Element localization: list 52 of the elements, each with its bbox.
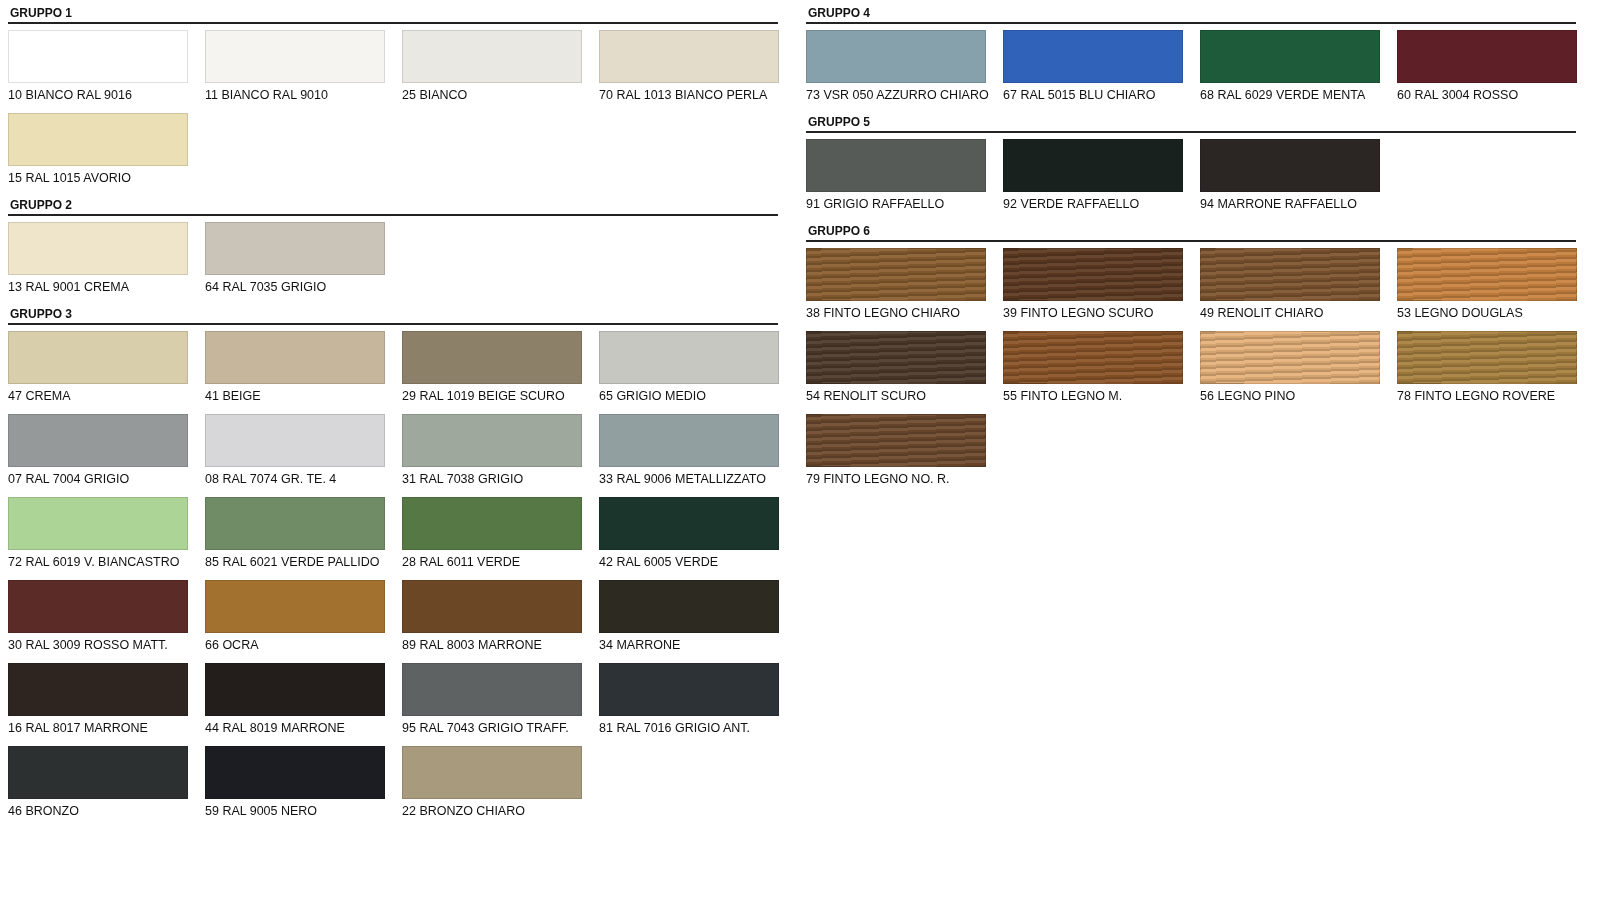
swatch-label: 54 RENOLIT SCURO: [806, 389, 927, 405]
swatch-label: 42 RAL 6005 VERDE: [599, 555, 720, 571]
swatch-label: 15 RAL 1015 AVORIO: [8, 171, 132, 187]
swatch-label: 33 RAL 9006 METALLIZZATO: [599, 472, 767, 488]
swatch-label: 08 RAL 7074 GR. TE. 4: [205, 472, 338, 488]
swatch-label: 85 RAL 6021 VERDE PALLIDO: [205, 555, 381, 571]
group-heading: GRUPPO 2: [8, 196, 778, 216]
swatch-label: 94 MARRONE RAFFAELLO: [1200, 197, 1358, 213]
swatch-label: 92 VERDE RAFFAELLO: [1003, 197, 1141, 213]
swatch-label: 56 LEGNO PINO: [1200, 389, 1297, 405]
swatch-label: 46 BRONZO: [8, 804, 80, 820]
swatch-label: 22 BRONZO CHIARO: [402, 804, 526, 820]
group-heading: GRUPPO 1: [8, 4, 778, 24]
swatch-label: 72 RAL 6019 V. BIANCASTRO: [8, 555, 181, 571]
swatch-label: 78 FINTO LEGNO ROVERE: [1397, 389, 1557, 405]
swatch-label: 30 RAL 3009 ROSSO MATT.: [8, 638, 169, 654]
swatch-label: 44 RAL 8019 MARRONE: [205, 721, 346, 737]
swatch-label: 60 RAL 3004 ROSSO: [1397, 88, 1520, 104]
swatch-label: 81 RAL 7016 GRIGIO ANT.: [599, 721, 751, 737]
swatch-label: 67 RAL 5015 BLU CHIARO: [1003, 88, 1157, 104]
swatch-label: 89 RAL 8003 MARRONE: [402, 638, 543, 654]
group-heading: GRUPPO 4: [806, 4, 1576, 24]
swatch-label: 25 BIANCO: [402, 88, 469, 104]
swatch-label: 38 FINTO LEGNO CHIARO: [806, 306, 961, 322]
swatch-label: 64 RAL 7035 GRIGIO: [205, 280, 328, 296]
swatch-label: 07 RAL 7004 GRIGIO: [8, 472, 131, 488]
swatch-label: 91 GRIGIO RAFFAELLO: [806, 197, 946, 213]
swatch-label: 16 RAL 8017 MARRONE: [8, 721, 149, 737]
swatch-label: 95 RAL 7043 GRIGIO TRAFF.: [402, 721, 570, 737]
swatch-label: 65 GRIGIO MEDIO: [599, 389, 707, 405]
swatch-label: 73 VSR 050 AZZURRO CHIARO: [806, 88, 986, 104]
swatch-label: 31 RAL 7038 GRIGIO: [402, 472, 525, 488]
swatch-label: 29 RAL 1019 BEIGE SCURO: [402, 389, 566, 405]
group-heading: GRUPPO 5: [806, 113, 1576, 133]
swatch-label: 66 OCRA: [205, 638, 260, 654]
swatch-label: 39 FINTO LEGNO SCURO: [1003, 306, 1155, 322]
swatch-label: 55 FINTO LEGNO M.: [1003, 389, 1124, 405]
group-heading: GRUPPO 3: [8, 305, 778, 325]
swatch-label: 53 LEGNO DOUGLAS: [1397, 306, 1524, 322]
swatch-label: 10 BIANCO RAL 9016: [8, 88, 133, 104]
swatch-label: 70 RAL 1013 BIANCO PERLA: [599, 88, 769, 104]
swatch-label: 28 RAL 6011 VERDE: [402, 555, 522, 571]
swatch-label: 13 RAL 9001 CREMA: [8, 280, 131, 296]
swatch-label: 11 BIANCO RAL 9010: [205, 88, 329, 104]
swatch-label: 68 RAL 6029 VERDE MENTA: [1200, 88, 1367, 104]
swatch-label: 41 BEIGE: [205, 389, 262, 405]
swatch-label: 47 CREMA: [8, 389, 72, 405]
group-heading: GRUPPO 6: [806, 222, 1576, 242]
swatch-label: 34 MARRONE: [599, 638, 682, 654]
swatch-label: 79 FINTO LEGNO NO. R.: [806, 472, 951, 488]
swatch-label: 59 RAL 9005 NERO: [205, 804, 319, 820]
swatch-label: 49 RENOLIT CHIARO: [1200, 306, 1325, 322]
